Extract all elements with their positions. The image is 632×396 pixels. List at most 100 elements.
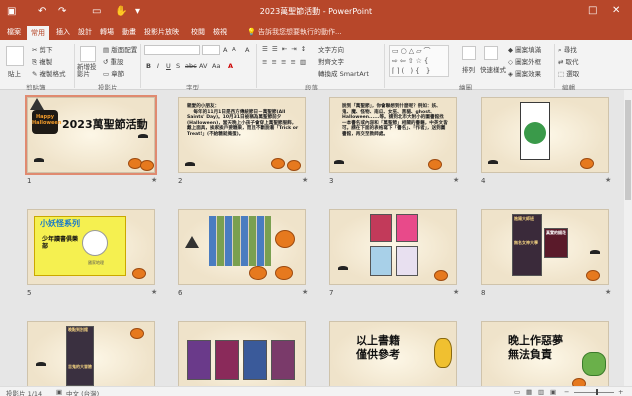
- tab-file[interactable]: 檔案: [7, 27, 21, 37]
- reading-view-icon[interactable]: ▥: [538, 388, 544, 396]
- tab-insert[interactable]: 插入: [56, 27, 70, 37]
- shape-effects-button[interactable]: ◈ 圖案效果: [508, 68, 541, 78]
- slide-thumbnail-2[interactable]: 親愛的小朋友： 每年的11月1日是西方傳統節日－萬聖節(All Saints' …: [178, 97, 306, 173]
- replace-button[interactable]: ⇄ 取代: [558, 56, 579, 66]
- select-button[interactable]: ⬚ 選取: [558, 68, 579, 78]
- tell-me-input[interactable]: 💡 告訴我您想要執行的動作...: [247, 27, 342, 37]
- section-button[interactable]: ▭ 章節: [103, 68, 124, 78]
- shape-outline-button[interactable]: ◇ 圖案外框: [508, 56, 541, 66]
- quick-styles-button[interactable]: 快速樣式: [480, 64, 506, 74]
- shadow-button[interactable]: S: [176, 62, 180, 70]
- tab-animations[interactable]: 動畫: [122, 27, 136, 37]
- slide-thumbnail-12[interactable]: 晚上作惡夢 無法負責: [481, 321, 609, 386]
- tab-home[interactable]: 常用: [27, 26, 49, 40]
- book-title: 陰陽大師班: [514, 216, 534, 221]
- format-painter-label: 複製格式: [39, 70, 66, 78]
- slide-thumbnail-3[interactable]: 說到「萬聖節」，你會聯想到什麼呢？例如：妖、鬼、魔、怪物、南瓜、女巫、黑貓、gh…: [329, 97, 457, 173]
- animation-star-icon: ★: [302, 288, 309, 296]
- zoom-out-button[interactable]: −: [564, 388, 569, 396]
- arrange-icon[interactable]: [462, 46, 476, 60]
- text-direction-button[interactable]: 文字方向: [318, 44, 344, 54]
- arrange-button[interactable]: 排列: [462, 64, 475, 74]
- pumpkin-icon: [580, 158, 594, 169]
- bold-button[interactable]: B: [146, 62, 151, 70]
- language-status[interactable]: 中文 (台灣): [66, 388, 99, 396]
- align-buttons[interactable]: ≡ ≡ ≡ ≡ ▥: [262, 58, 307, 66]
- slide-thumbnail-5[interactable]: 小妖怪系列 少年讀書俱樂部 國家地理: [27, 209, 155, 285]
- bat-icon: [34, 158, 44, 162]
- series-subtitle: 少年讀書俱樂部: [42, 236, 79, 250]
- slide-thumbnail-11[interactable]: 以上書籍 僅供參考: [329, 321, 457, 386]
- witch-hat-icon: [30, 98, 44, 110]
- slide-thumbnail-7[interactable]: [329, 209, 457, 285]
- format-painter-button[interactable]: ✎ 複製格式: [32, 68, 66, 78]
- font-size-field[interactable]: [202, 45, 220, 55]
- reset-button[interactable]: ↺ 重設: [103, 56, 124, 66]
- font-name-field[interactable]: [144, 45, 200, 55]
- happy-halloween-badge: Happy Halloween: [32, 110, 61, 134]
- shape-fill-button[interactable]: ◆ 圖案填滿: [508, 44, 541, 54]
- close-icon[interactable]: ✕: [612, 5, 620, 16]
- slide-thumbnail-4[interactable]: [481, 97, 609, 173]
- bat-icon: [36, 362, 46, 366]
- animation-star-icon: ★: [151, 176, 158, 184]
- bullets-button[interactable]: ☰ ☰ ⇤ ⇥ ↕: [262, 45, 307, 53]
- ribbon-tabs: 檔案 常用 插入 設計 轉場 動畫 投影片放映 校閱 檢視 💡 告訴我您想要執行…: [0, 24, 632, 40]
- slide-thumbnail-8[interactable]: 陰陽大師班 無名女神大學 真實的錢花: [481, 209, 609, 285]
- dragon-image: [582, 352, 606, 376]
- animation-star-icon: ★: [453, 176, 460, 184]
- slide-thumbnail-6[interactable]: [178, 209, 306, 285]
- vertical-scrollbar[interactable]: [624, 90, 632, 386]
- tab-transitions[interactable]: 轉場: [100, 27, 114, 37]
- slide-thumbnail-1[interactable]: Happy Halloween 2023萬聖節活動: [25, 95, 157, 175]
- italic-button[interactable]: I: [157, 62, 159, 70]
- pumpkin-icon: [249, 266, 267, 280]
- find-button[interactable]: ⌕ 尋找: [558, 44, 577, 55]
- bat-icon: [338, 266, 348, 270]
- normal-view-icon[interactable]: ▭: [514, 388, 520, 396]
- grow-font-button[interactable]: A: [223, 46, 227, 54]
- pumpkin-icon: [586, 270, 600, 281]
- new-slide-button[interactable]: 新增投影片: [77, 64, 99, 78]
- font-color-button[interactable]: A: [228, 62, 233, 70]
- replace-label: 取代: [565, 58, 579, 66]
- char-spacing-button[interactable]: AV: [199, 62, 207, 70]
- zoom-slider-thumb[interactable]: [596, 389, 598, 395]
- tab-review[interactable]: 校閱: [191, 27, 205, 37]
- cut-button[interactable]: ✂ 剪下: [32, 44, 53, 54]
- layout-button[interactable]: ▤ 版面配置: [103, 44, 137, 54]
- strikethrough-button[interactable]: abc: [185, 62, 197, 70]
- scrollbar-thumb[interactable]: [625, 100, 631, 200]
- tab-slideshow[interactable]: 投影片放映: [144, 27, 179, 37]
- tab-view[interactable]: 檢視: [213, 27, 227, 37]
- zoom-in-button[interactable]: +: [618, 388, 623, 396]
- underline-button[interactable]: U: [166, 62, 171, 70]
- copy-button[interactable]: ⎘ 複製: [32, 56, 52, 67]
- reset-label: 重設: [110, 58, 124, 66]
- restore-icon[interactable]: □: [588, 5, 597, 16]
- book-cover-image: [187, 340, 211, 380]
- slide-thumbnail-9[interactable]: 晚點到別館 吉鬼的大冒險: [27, 321, 155, 386]
- change-case-button[interactable]: Aa: [212, 62, 220, 70]
- shapes-gallery[interactable]: ▭○△▱⌒ ⇨⇦⇧☆{⌈⌉( ){ }: [389, 45, 449, 77]
- smartart-button[interactable]: 轉換成 SmartArt: [318, 68, 369, 78]
- slide-sorter-view-icon[interactable]: ▦: [526, 388, 532, 396]
- new-slide-icon[interactable]: [80, 46, 96, 62]
- paste-button[interactable]: 貼上: [8, 68, 21, 78]
- clear-format-button[interactable]: A: [245, 46, 249, 54]
- zoom-slider[interactable]: [574, 392, 614, 393]
- slide-sorter: Happy Halloween 2023萬聖節活動 1 ★ 親愛的小朋友： 每年…: [0, 90, 632, 386]
- paste-icon[interactable]: [6, 46, 24, 66]
- tab-design[interactable]: 設計: [78, 27, 92, 37]
- align-text-button[interactable]: 對齊文字: [318, 56, 344, 66]
- slideshow-view-icon[interactable]: ▣: [550, 388, 556, 396]
- pumpkin-icon: [434, 270, 448, 281]
- shape-outline-label: 圖案外框: [515, 58, 542, 66]
- title-bar: ▣ ↶ ↷ ▭ ✋ ▾ 2023萬聖節活動 - PowerPoint □ ✕: [0, 0, 632, 24]
- animation-star-icon: ★: [151, 288, 158, 296]
- spellcheck-icon[interactable]: ▣: [56, 388, 62, 396]
- shrink-font-button[interactable]: A: [232, 47, 236, 53]
- slide-thumbnail-10[interactable]: [178, 321, 306, 386]
- quick-styles-icon[interactable]: [484, 46, 498, 60]
- slide-title: 以上書籍 僅供參考: [356, 334, 400, 361]
